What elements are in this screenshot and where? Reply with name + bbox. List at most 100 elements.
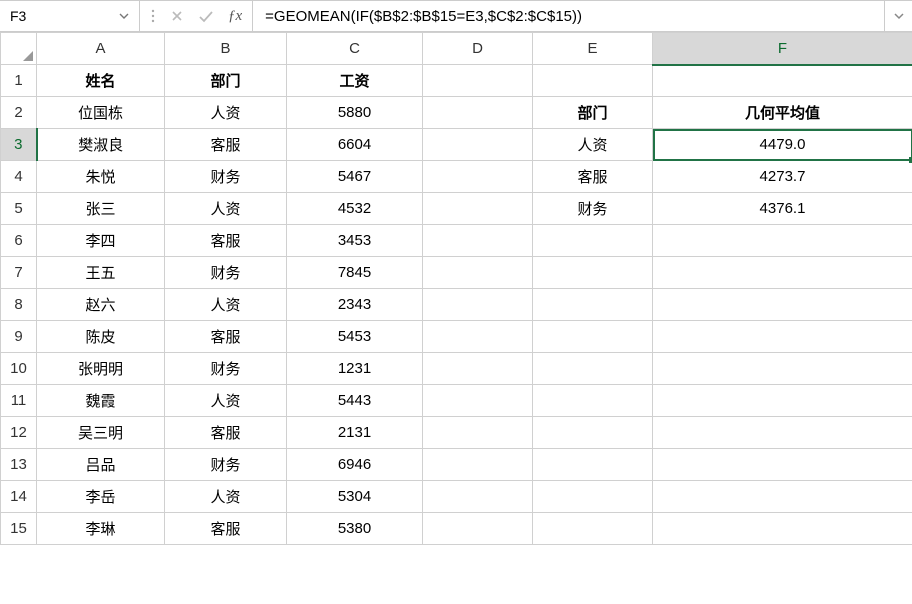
cell-A15[interactable]: 李琳 [37, 513, 165, 545]
cell-C6[interactable]: 3453 [287, 225, 423, 257]
cell-E9[interactable] [533, 321, 653, 353]
cell-F2[interactable]: 几何平均值 [653, 97, 912, 129]
row-header-15[interactable]: 15 [1, 513, 37, 545]
cell-B14[interactable]: 人资 [165, 481, 287, 513]
cell-B1[interactable]: 部门 [165, 65, 287, 97]
cell-D13[interactable] [423, 449, 533, 481]
cell-D4[interactable] [423, 161, 533, 193]
cell-F10[interactable] [653, 353, 912, 385]
cell-D6[interactable] [423, 225, 533, 257]
cell-D1[interactable] [423, 65, 533, 97]
cell-F5[interactable]: 4376.1 [653, 193, 912, 225]
col-header-E[interactable]: E [533, 33, 653, 65]
select-all-button[interactable] [1, 33, 37, 65]
cell-A4[interactable]: 朱悦 [37, 161, 165, 193]
cell-A8[interactable]: 赵六 [37, 289, 165, 321]
cell-E4[interactable]: 客服 [533, 161, 653, 193]
row-header-10[interactable]: 10 [1, 353, 37, 385]
cell-F4[interactable]: 4273.7 [653, 161, 912, 193]
cell-B13[interactable]: 财务 [165, 449, 287, 481]
cell-C1[interactable]: 工资 [287, 65, 423, 97]
cell-B6[interactable]: 客服 [165, 225, 287, 257]
cell-A2[interactable]: 位国栋 [37, 97, 165, 129]
cell-B9[interactable]: 客服 [165, 321, 287, 353]
cell-A6[interactable]: 李四 [37, 225, 165, 257]
cell-C14[interactable]: 5304 [287, 481, 423, 513]
cell-B5[interactable]: 人资 [165, 193, 287, 225]
cell-F14[interactable] [653, 481, 912, 513]
row-header-4[interactable]: 4 [1, 161, 37, 193]
cell-F1[interactable] [653, 65, 912, 97]
cell-C15[interactable]: 5380 [287, 513, 423, 545]
cell-E13[interactable] [533, 449, 653, 481]
cell-A10[interactable]: 张明明 [37, 353, 165, 385]
cell-D12[interactable] [423, 417, 533, 449]
cell-F9[interactable] [653, 321, 912, 353]
cell-A3[interactable]: 樊淑良 [37, 129, 165, 161]
cell-C10[interactable]: 1231 [287, 353, 423, 385]
row-header-3[interactable]: 3 [1, 129, 37, 161]
row-header-9[interactable]: 9 [1, 321, 37, 353]
cell-E6[interactable] [533, 225, 653, 257]
cell-A13[interactable]: 吕品 [37, 449, 165, 481]
cell-E14[interactable] [533, 481, 653, 513]
col-header-C[interactable]: C [287, 33, 423, 65]
cell-C3[interactable]: 6604 [287, 129, 423, 161]
row-header-14[interactable]: 14 [1, 481, 37, 513]
cell-B8[interactable]: 人资 [165, 289, 287, 321]
enter-icon[interactable] [198, 9, 214, 23]
cell-B10[interactable]: 财务 [165, 353, 287, 385]
cell-F6[interactable] [653, 225, 912, 257]
cell-D10[interactable] [423, 353, 533, 385]
cell-E5[interactable]: 财务 [533, 193, 653, 225]
cell-A12[interactable]: 吴三明 [37, 417, 165, 449]
cell-F3[interactable]: 4479.0 [653, 129, 912, 161]
cell-D5[interactable] [423, 193, 533, 225]
cell-E3[interactable]: 人资 [533, 129, 653, 161]
cell-A5[interactable]: 张三 [37, 193, 165, 225]
name-box-dropdown-icon[interactable] [115, 7, 133, 25]
dots-icon[interactable] [150, 9, 156, 23]
cell-C5[interactable]: 4532 [287, 193, 423, 225]
cell-C7[interactable]: 7845 [287, 257, 423, 289]
cancel-icon[interactable] [170, 9, 184, 23]
cell-A7[interactable]: 王五 [37, 257, 165, 289]
cell-F12[interactable] [653, 417, 912, 449]
cell-D14[interactable] [423, 481, 533, 513]
cell-B15[interactable]: 客服 [165, 513, 287, 545]
cell-F13[interactable] [653, 449, 912, 481]
name-box[interactable]: F3 [0, 1, 140, 31]
cell-C12[interactable]: 2131 [287, 417, 423, 449]
fx-icon[interactable]: ƒx [228, 8, 242, 25]
row-header-7[interactable]: 7 [1, 257, 37, 289]
row-header-13[interactable]: 13 [1, 449, 37, 481]
row-header-12[interactable]: 12 [1, 417, 37, 449]
cell-B2[interactable]: 人资 [165, 97, 287, 129]
cell-C4[interactable]: 5467 [287, 161, 423, 193]
cell-D9[interactable] [423, 321, 533, 353]
cell-F7[interactable] [653, 257, 912, 289]
formula-expand-button[interactable] [884, 1, 912, 31]
cell-B11[interactable]: 人资 [165, 385, 287, 417]
cell-E15[interactable] [533, 513, 653, 545]
cell-C11[interactable]: 5443 [287, 385, 423, 417]
cell-A14[interactable]: 李岳 [37, 481, 165, 513]
cell-E12[interactable] [533, 417, 653, 449]
cell-B7[interactable]: 财务 [165, 257, 287, 289]
cell-E7[interactable] [533, 257, 653, 289]
col-header-B[interactable]: B [165, 33, 287, 65]
cell-F8[interactable] [653, 289, 912, 321]
cell-C13[interactable]: 6946 [287, 449, 423, 481]
cell-B4[interactable]: 财务 [165, 161, 287, 193]
col-header-D[interactable]: D [423, 33, 533, 65]
cell-C8[interactable]: 2343 [287, 289, 423, 321]
cell-E8[interactable] [533, 289, 653, 321]
cell-C2[interactable]: 5880 [287, 97, 423, 129]
row-header-11[interactable]: 11 [1, 385, 37, 417]
row-header-6[interactable]: 6 [1, 225, 37, 257]
cell-B12[interactable]: 客服 [165, 417, 287, 449]
cell-D7[interactable] [423, 257, 533, 289]
row-header-5[interactable]: 5 [1, 193, 37, 225]
cell-C9[interactable]: 5453 [287, 321, 423, 353]
cell-E2[interactable]: 部门 [533, 97, 653, 129]
